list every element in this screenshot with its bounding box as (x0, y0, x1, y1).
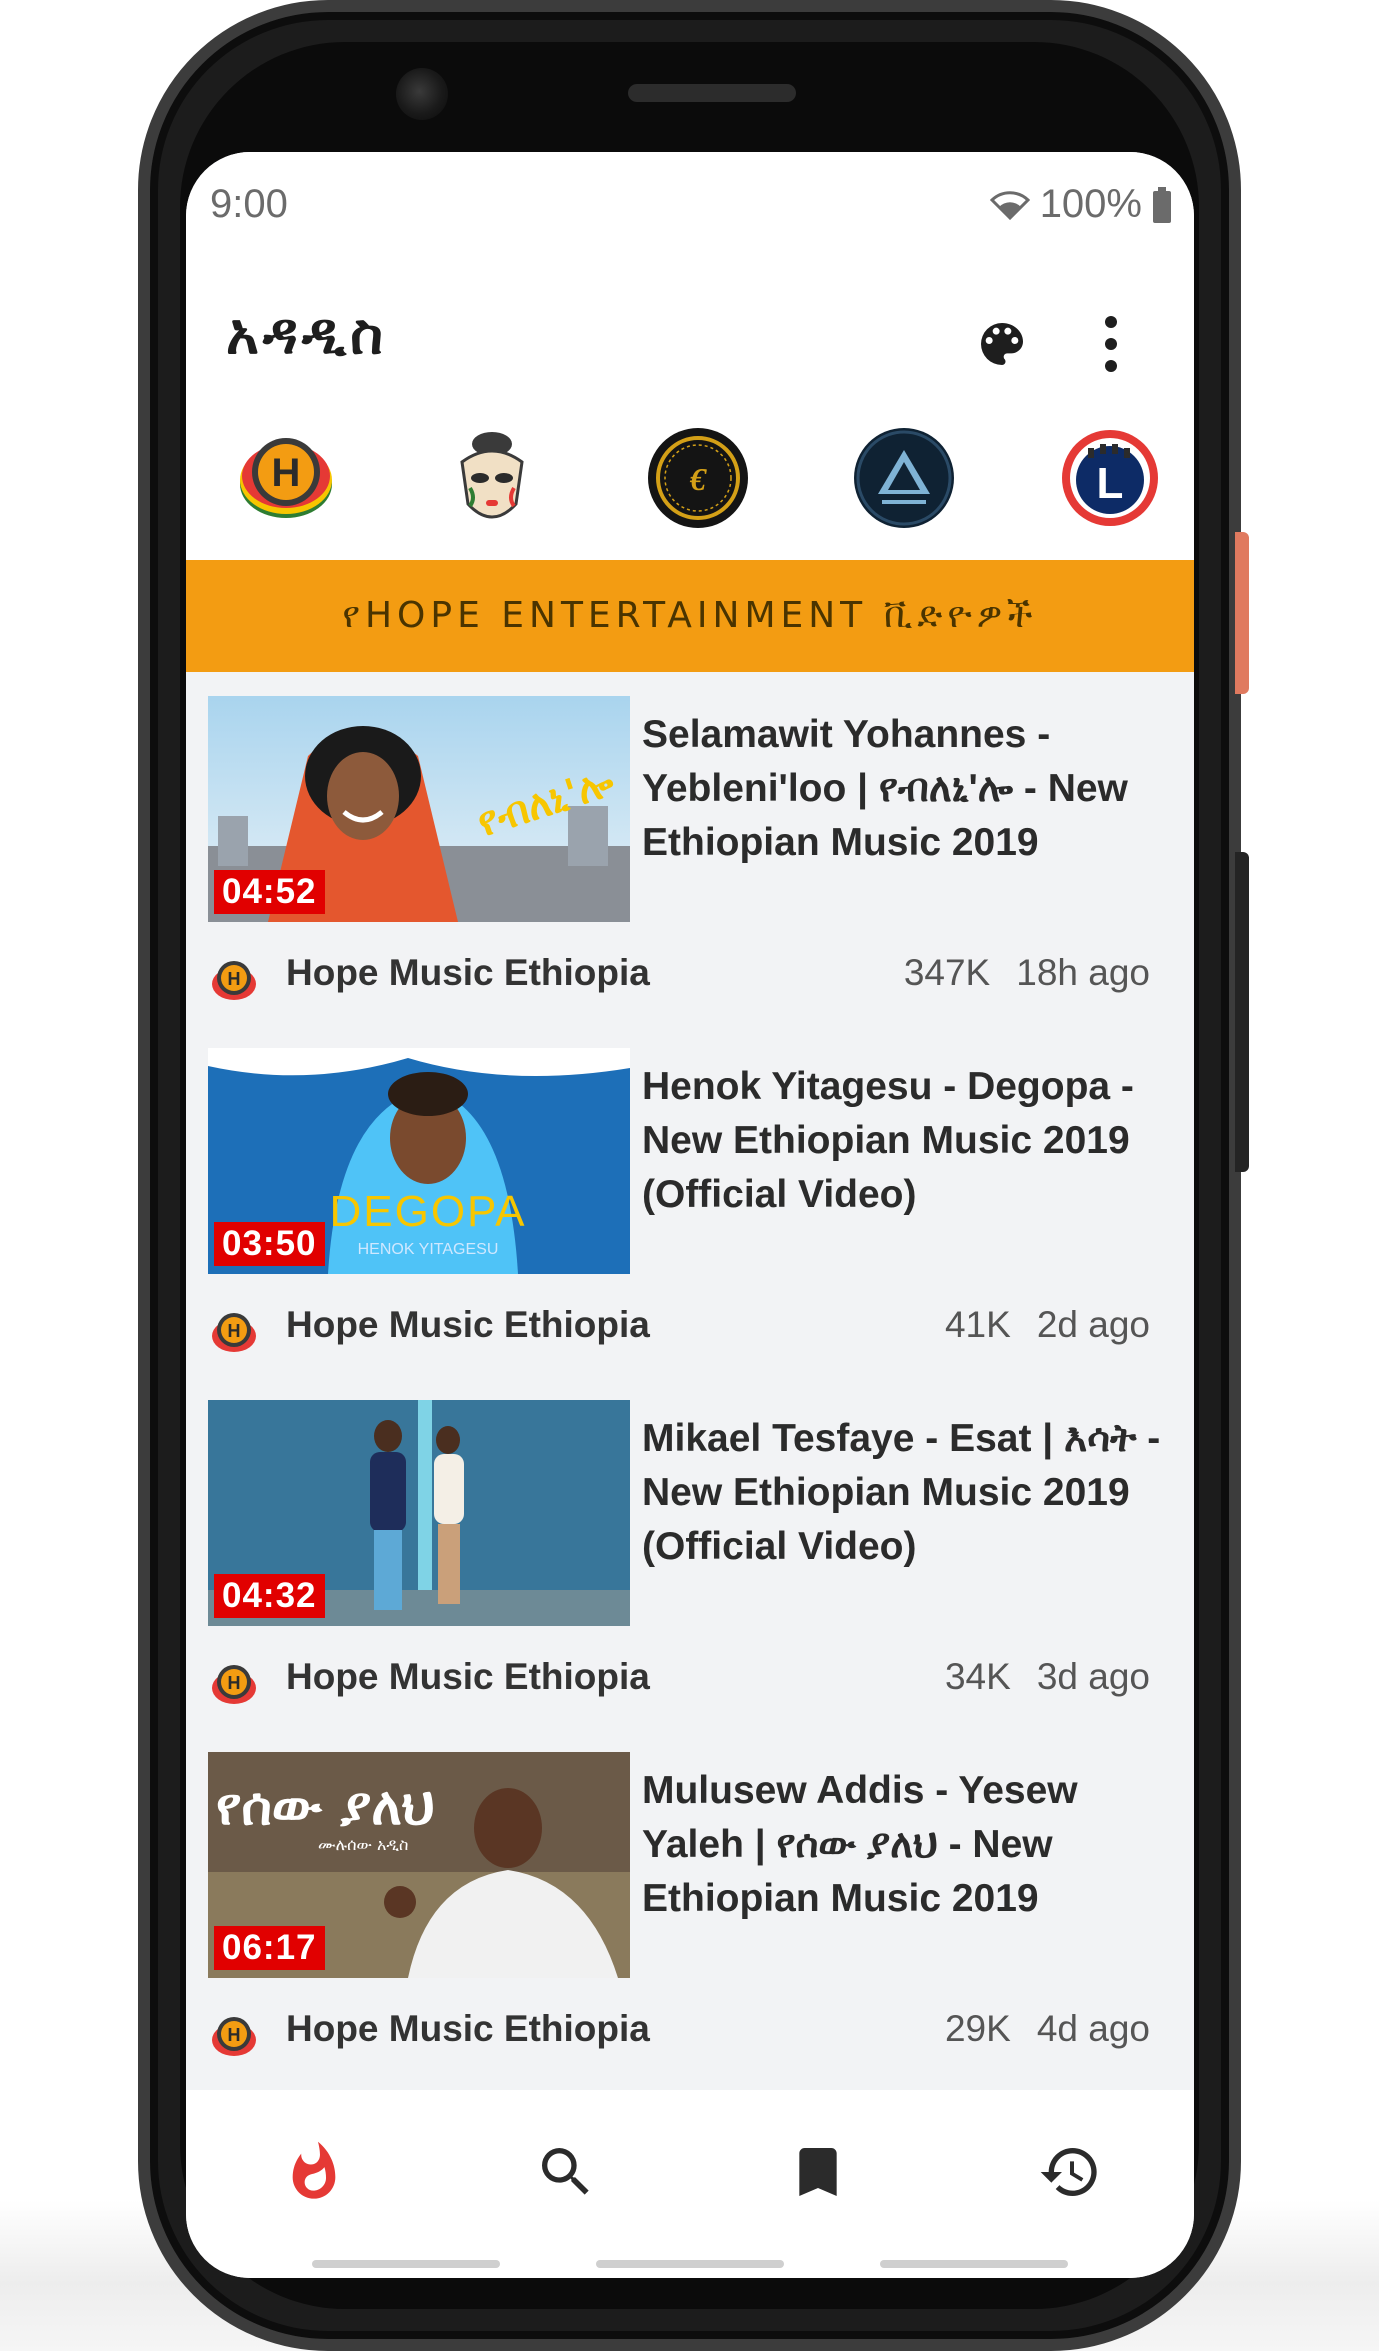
page-title: አዳዲስ (226, 302, 388, 367)
battery-percent: 100% (1039, 182, 1142, 226)
video-title[interactable]: Mulusew Addis - Yesew Yaleh | የሰው ያለህ - … (642, 1764, 1182, 1926)
svg-text:H: H (228, 2025, 241, 2045)
status-time: 9:00 (210, 182, 288, 226)
channel-name[interactable]: Hope Music Ethiopia (286, 2008, 650, 2050)
video-meta: H Hope Music Ethiopia 34K 3d ago (186, 1626, 1194, 1728)
channel-l-avatar[interactable]: L (1058, 426, 1162, 530)
video-card[interactable]: 04:32 Mikael Tesfaye - Esat | እሳት - New … (186, 1376, 1194, 1728)
view-count: 29K (944, 2008, 1011, 2049)
history-icon[interactable] (1038, 2140, 1102, 2204)
channel-avatar-icon[interactable]: H (210, 2012, 258, 2060)
video-thumbnail[interactable]: የብለኒ'ሎ 04:52 (208, 696, 630, 922)
svg-text:H: H (228, 1321, 241, 1341)
svg-text:DEGOPA: DEGOPA (329, 1187, 526, 1236)
svg-text:L: L (1097, 459, 1124, 508)
volume-button (1235, 852, 1249, 1172)
svg-text:HENOK YITAGESU: HENOK YITAGESU (358, 1241, 499, 1258)
channel-avatar-icon[interactable]: H (210, 1308, 258, 1356)
camera-lens (396, 68, 448, 120)
video-card[interactable]: የሰው ያለህ ሙሉሰው አዲስ 06:17 Mulusew Addis - Y… (186, 1728, 1194, 2080)
app-bar: አዳዲስ (186, 272, 1194, 402)
video-thumbnail[interactable]: 04:32 (208, 1400, 630, 1626)
wifi-icon (989, 190, 1030, 220)
gesture-bar-left (312, 2260, 500, 2268)
video-card[interactable]: የብለኒ'ሎ 04:52 Selamawit Yohannes - Yeblen… (186, 672, 1194, 1024)
upload-age: 18h ago (1016, 952, 1150, 993)
gesture-bar-right (880, 2260, 1068, 2268)
upload-age: 2d ago (1036, 1304, 1150, 1345)
video-thumbnail[interactable]: የሰው ያለህ ሙሉሰው አዲስ 06:17 (208, 1752, 630, 1978)
earpiece-speaker (628, 84, 796, 102)
video-card[interactable]: DEGOPA HENOK YITAGESU 03:50 Henok Yitage… (186, 1024, 1194, 1376)
video-title[interactable]: Selamawit Yohannes - Yebleni'loo | የብለኒ'… (642, 708, 1182, 870)
bookmark-icon[interactable] (786, 2140, 850, 2204)
video-stats: 347K 18h ago (904, 952, 1150, 994)
upload-age: 3d ago (1036, 1656, 1150, 1697)
svg-text:H: H (228, 1673, 241, 1693)
channel-name[interactable]: Hope Music Ethiopia (286, 952, 650, 994)
more-vert-icon[interactable] (1096, 312, 1126, 376)
video-meta: H Hope Music Ethiopia 347K 18h ago (186, 922, 1194, 1024)
video-meta: H Hope Music Ethiopia 41K 2d ago (186, 1274, 1194, 1376)
video-duration: 06:17 (214, 1926, 325, 1970)
fire-icon[interactable] (282, 2140, 346, 2204)
battery-icon (1152, 186, 1172, 223)
phone-screen: 9:00 100% አዳዲስ H € L የHOPE ENTERTAINMENT… (186, 152, 1194, 2278)
view-count: 34K (944, 1656, 1011, 1697)
channel-hope-avatar[interactable]: H (234, 426, 338, 530)
video-feed: የብለኒ'ሎ 04:52 Selamawit Yohannes - Yeblen… (186, 672, 1194, 2090)
channel-name[interactable]: Hope Music Ethiopia (286, 1656, 650, 1698)
svg-text:H: H (228, 969, 241, 989)
channel-banner: የHOPE ENTERTAINMENT ቪድዮዎች (186, 560, 1194, 672)
svg-text:€: € (689, 461, 707, 497)
video-duration: 04:32 (214, 1574, 325, 1618)
view-count: 41K (944, 1304, 1011, 1345)
svg-text:የሰው ያለህ: የሰው ያለህ (216, 1777, 435, 1837)
channel-name[interactable]: Hope Music Ethiopia (286, 1304, 650, 1346)
video-stats: 34K 3d ago (945, 1656, 1150, 1698)
view-count: 347K (903, 952, 991, 993)
video-meta: H Hope Music Ethiopia 29K 4d ago (186, 1978, 1194, 2080)
channel-triangle-avatar[interactable] (852, 426, 956, 530)
svg-text:H: H (272, 451, 301, 495)
svg-text:ሙሉሰው አዲስ: ሙሉሰው አዲስ (318, 1835, 408, 1854)
video-title[interactable]: Henok Yitagesu - Degopa - New Ethiopian … (642, 1060, 1182, 1222)
status-bar: 9:00 100% (186, 152, 1194, 272)
video-duration: 04:52 (214, 870, 325, 914)
search-icon[interactable] (534, 2140, 598, 2204)
channel-avatar-icon[interactable]: H (210, 956, 258, 1004)
video-thumbnail[interactable]: DEGOPA HENOK YITAGESU 03:50 (208, 1048, 630, 1274)
banner-title: የHOPE ENTERTAINMENT ቪድዮዎች (342, 595, 1038, 636)
palette-icon[interactable] (974, 316, 1030, 372)
video-stats: 41K 2d ago (945, 1304, 1150, 1346)
video-duration: 03:50 (214, 1222, 325, 1266)
video-title[interactable]: Mikael Tesfaye - Esat | እሳት - New Ethiop… (642, 1412, 1182, 1574)
video-stats: 29K 4d ago (945, 2008, 1150, 2050)
channel-avatar-icon[interactable]: H (210, 1660, 258, 1708)
upload-age: 4d ago (1036, 2008, 1150, 2049)
channel-strip: H € L (186, 402, 1194, 560)
status-right: 100% (989, 182, 1172, 227)
gesture-bar-center (596, 2260, 784, 2268)
power-button (1235, 532, 1249, 694)
channel-mask-avatar[interactable] (440, 426, 544, 530)
bottom-navigation (186, 2090, 1194, 2278)
channel-gold-avatar[interactable]: € (646, 426, 750, 530)
